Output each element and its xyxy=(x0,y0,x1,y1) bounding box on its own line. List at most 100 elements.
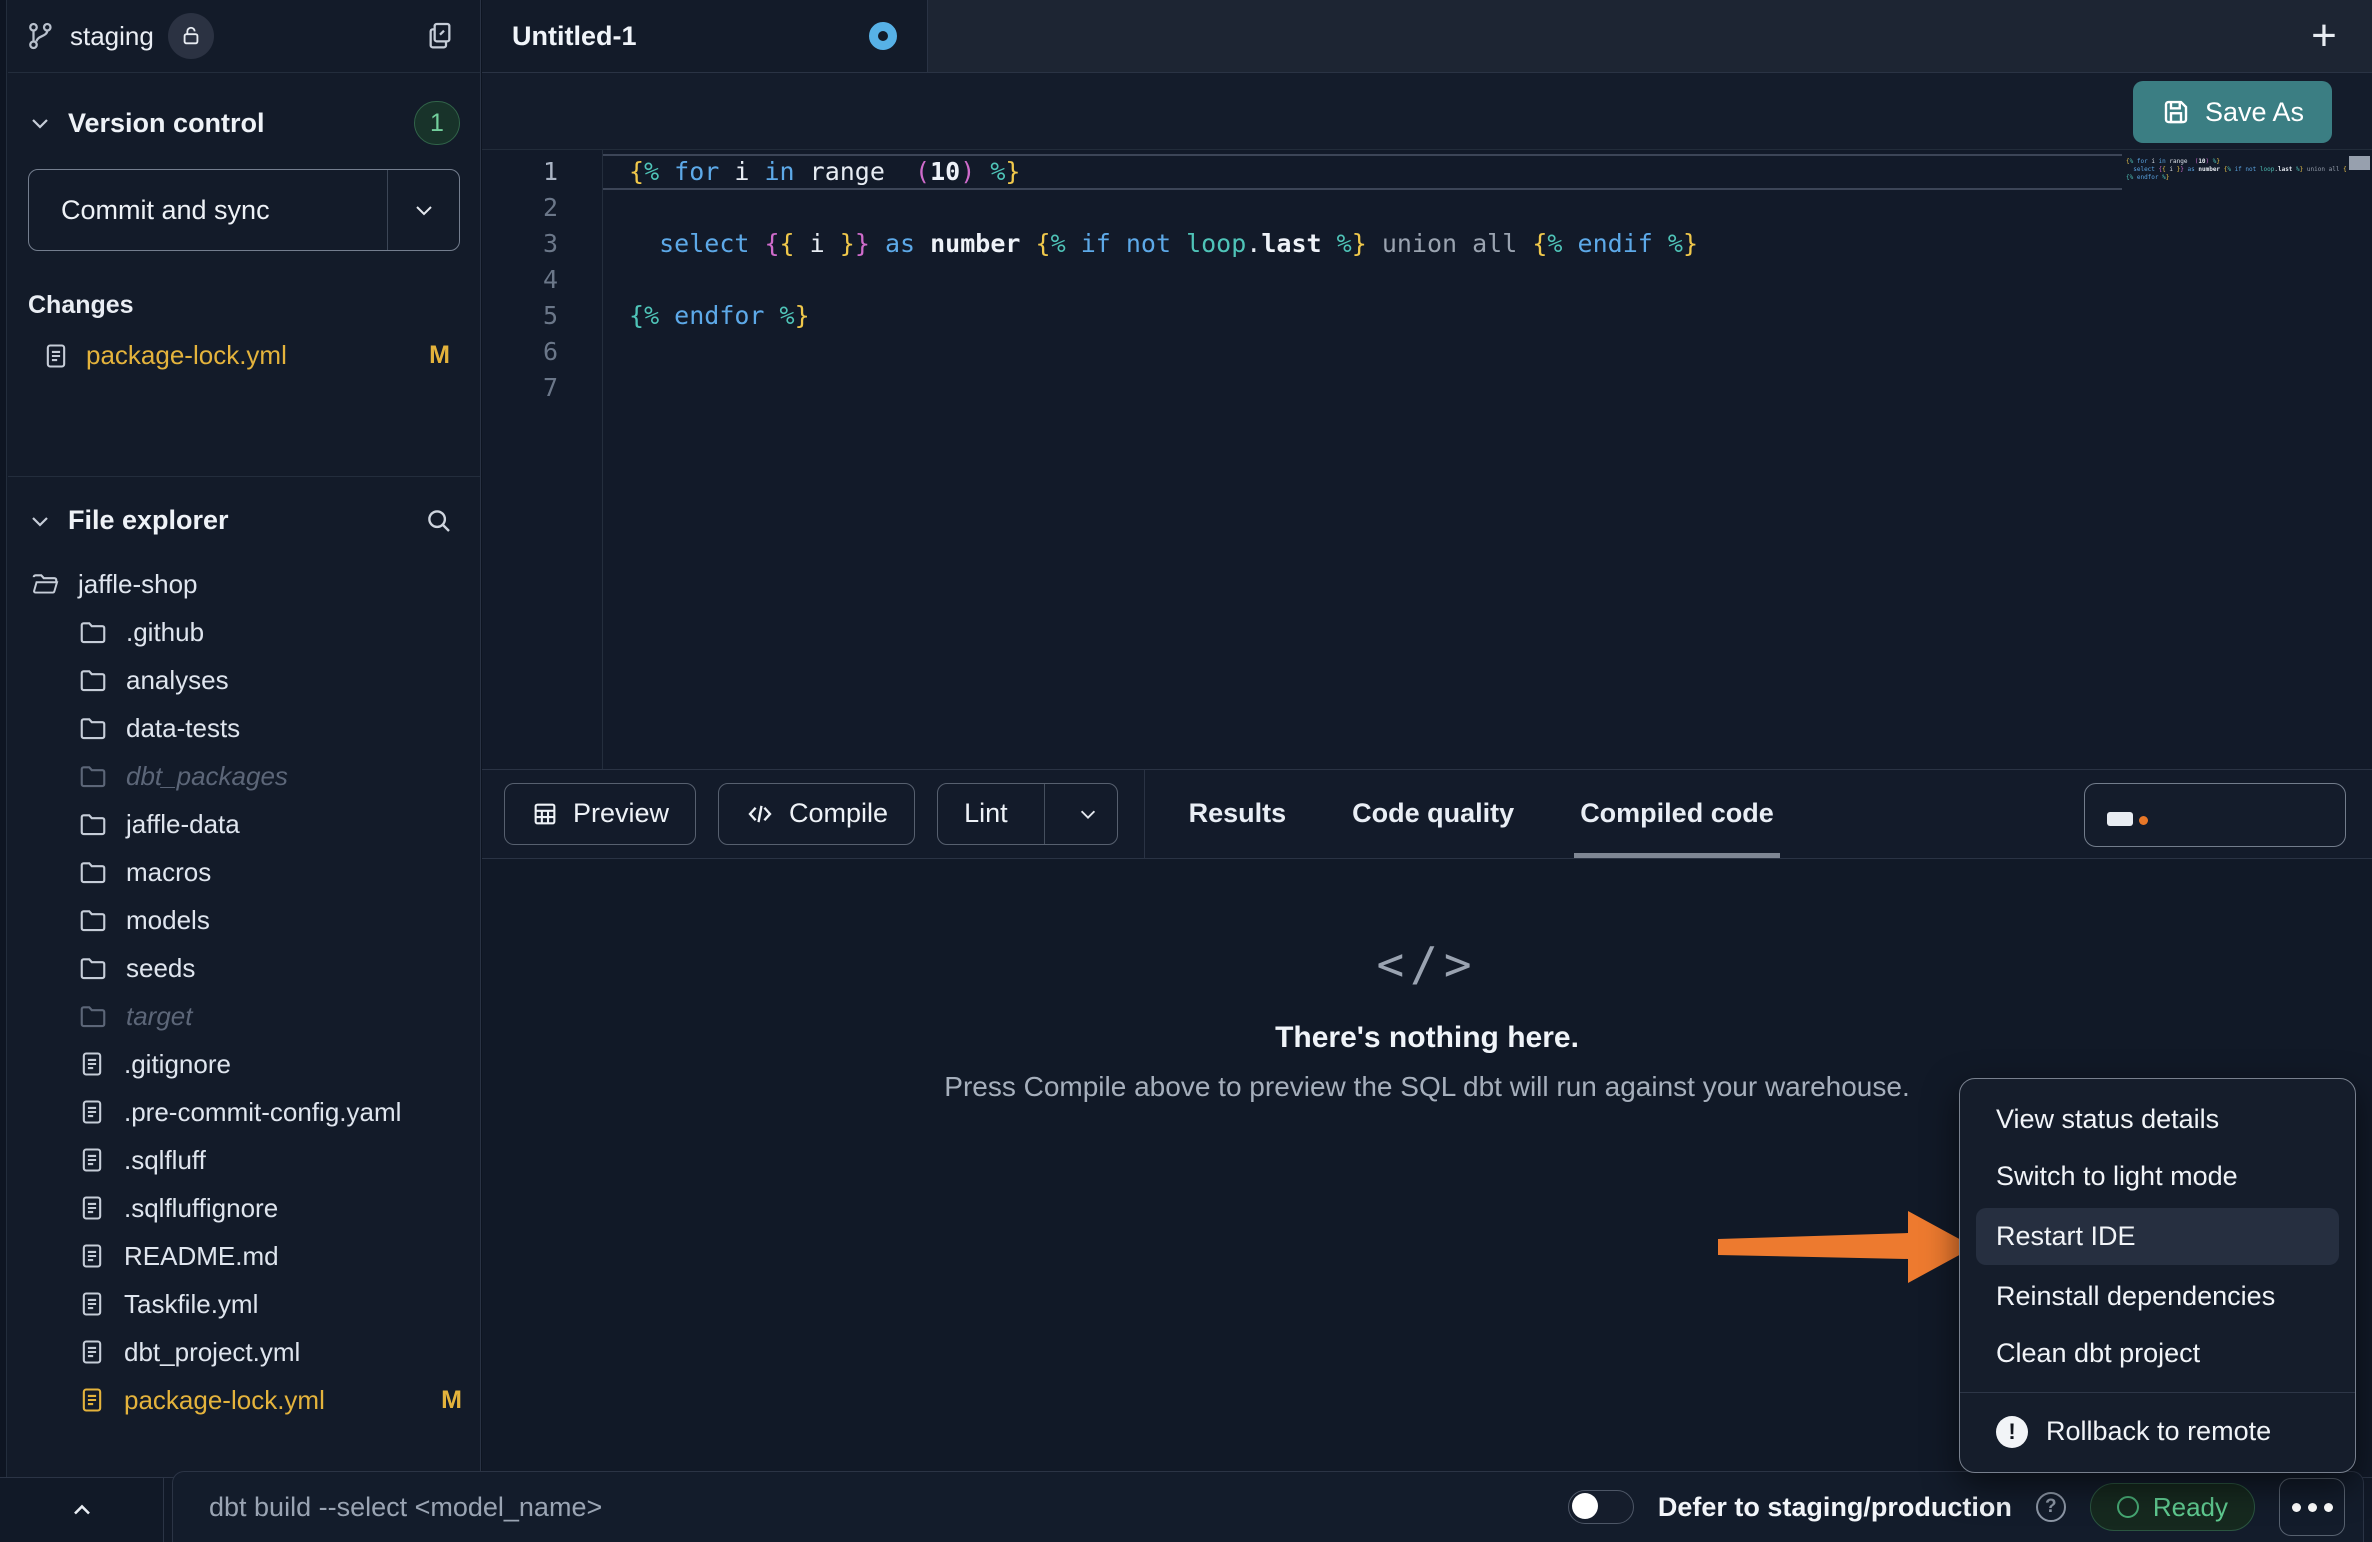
tree-item-macros[interactable]: macros xyxy=(8,848,480,896)
code-line-4[interactable] xyxy=(603,262,2372,298)
empty-state-title: There's nothing here. xyxy=(482,1021,2372,1055)
tab-title: Untitled-1 xyxy=(512,21,849,52)
file-icon xyxy=(78,1242,106,1270)
command-bar: dbt build --select <model_name> Defer to… xyxy=(172,1471,2364,1542)
chevron-down-icon[interactable] xyxy=(28,509,52,533)
code-line-7[interactable] xyxy=(603,370,2372,406)
tree-item-jaffle-data[interactable]: jaffle-data xyxy=(8,800,480,848)
menu-item-view-status-details[interactable]: View status details xyxy=(1960,1091,2355,1148)
lint-options-caret[interactable] xyxy=(1059,803,1117,825)
tree-item-label: dbt_packages xyxy=(126,761,462,792)
tree-item-package-lock.yml[interactable]: package-lock.ymlM xyxy=(8,1376,480,1424)
changes-count-badge: 1 xyxy=(414,101,460,145)
code-line-5[interactable]: {% endfor %} xyxy=(603,298,2372,334)
tree-item-seeds[interactable]: seeds xyxy=(8,944,480,992)
changed-file-row[interactable]: package-lock.yml M xyxy=(28,340,460,371)
dbt-ide-window: staging Version control xyxy=(0,0,2372,1542)
code-area[interactable]: {% for i in range (10) %} select {{ i }}… xyxy=(602,150,2372,769)
more-options-button[interactable] xyxy=(2279,1478,2345,1536)
code-line-3[interactable]: select {{ i }} as number {% if not loop.… xyxy=(603,226,2372,262)
tree-item-.sqlfluffignore[interactable]: .sqlfluffignore xyxy=(8,1184,480,1232)
status-badge[interactable]: Ready xyxy=(2090,1483,2255,1531)
version-control-title: Version control xyxy=(68,108,265,139)
tree-item-target[interactable]: target xyxy=(8,992,480,1040)
save-icon xyxy=(2161,97,2191,127)
modified-badge: M xyxy=(441,1386,462,1415)
tree-item-.gitignore[interactable]: .gitignore xyxy=(8,1040,480,1088)
new-tab-button[interactable]: + xyxy=(2298,10,2350,62)
help-icon[interactable]: ? xyxy=(2036,1492,2066,1522)
minimap[interactable]: {% for i in range (10) %} select {{ i }}… xyxy=(2124,158,2346,288)
tree-item-label: dbt_project.yml xyxy=(124,1337,462,1368)
tree-item-dbt_project.yml[interactable]: dbt_project.yml xyxy=(8,1328,480,1376)
branch-readonly-badge xyxy=(168,13,214,59)
menu-item-reinstall-dependencies[interactable]: Reinstall dependencies xyxy=(1960,1268,2355,1325)
tree-item-analyses[interactable]: analyses xyxy=(8,656,480,704)
compile-label: Compile xyxy=(789,798,888,829)
folder-icon xyxy=(78,905,108,935)
code-line-6[interactable] xyxy=(603,334,2372,370)
preview-button[interactable]: Preview xyxy=(504,783,696,845)
menu-item-restart-ide[interactable]: Restart IDE xyxy=(1976,1208,2339,1265)
scrollbar-thumb[interactable] xyxy=(2349,156,2370,170)
tree-item-dbt_packages[interactable]: dbt_packages xyxy=(8,752,480,800)
command-input[interactable]: dbt build --select <model_name> xyxy=(209,1492,602,1523)
line-number-gutter: 1234567 xyxy=(482,150,602,769)
panel-tab-code-quality[interactable]: Code quality xyxy=(1352,770,1514,858)
tree-item-.sqlfluff[interactable]: .sqlfluff xyxy=(8,1136,480,1184)
defer-toggle[interactable] xyxy=(1568,1490,1634,1524)
tab-untitled-1[interactable]: Untitled-1 xyxy=(482,0,928,72)
panel-tab-results[interactable]: Results xyxy=(1189,770,1287,858)
file-explorer-title: File explorer xyxy=(68,505,229,536)
code-line-2[interactable] xyxy=(603,190,2372,226)
folder-icon xyxy=(78,665,108,695)
folder-icon xyxy=(78,857,108,887)
modified-badge: M xyxy=(429,341,450,370)
tree-item-models[interactable]: models xyxy=(8,896,480,944)
tree-item-label: macros xyxy=(126,857,462,888)
file-icon xyxy=(78,1146,106,1174)
commit-options-caret[interactable] xyxy=(387,170,459,250)
bottom-panel-toolbar: Preview Compile Lint Results Code quality… xyxy=(482,769,2372,859)
line-number: 1 xyxy=(482,154,602,190)
lint-button[interactable]: Lint xyxy=(937,783,1118,845)
compile-button[interactable]: Compile xyxy=(718,783,915,845)
save-as-button[interactable]: Save As xyxy=(2133,81,2332,143)
tree-item-label: target xyxy=(126,1001,462,1032)
line-number: 4 xyxy=(482,262,602,298)
menu-item-label: Reinstall dependencies xyxy=(1996,1281,2275,1312)
lint-label: Lint xyxy=(938,798,1016,829)
copy-icon[interactable] xyxy=(424,20,456,52)
folder-icon xyxy=(78,713,108,743)
statusbar-divider xyxy=(163,1478,164,1542)
table-icon xyxy=(531,800,559,828)
tree-item-label: .pre-commit-config.yaml xyxy=(124,1097,462,1128)
collapse-panel-button[interactable] xyxy=(58,1490,106,1530)
line-number: 5 xyxy=(482,298,602,334)
commit-and-sync-button[interactable]: Commit and sync xyxy=(28,169,460,251)
file-icon xyxy=(78,1386,106,1414)
code-line-1[interactable]: {% for i in range (10) %} xyxy=(603,154,2122,190)
menu-item-switch-to-light-mode[interactable]: Switch to light mode xyxy=(1960,1148,2355,1205)
search-icon[interactable] xyxy=(424,506,454,536)
panel-action-button[interactable] xyxy=(2084,783,2346,847)
tree-item-Taskfile.yml[interactable]: Taskfile.yml xyxy=(8,1280,480,1328)
folder-icon xyxy=(78,809,108,839)
file-explorer-section: File explorer jaffle-shop.githubanalyses… xyxy=(8,477,480,1477)
tree-item-data-tests[interactable]: data-tests xyxy=(8,704,480,752)
menu-item-rollback-to-remote[interactable]: !Rollback to remote xyxy=(1960,1403,2355,1460)
alert-icon: ! xyxy=(1996,1416,2028,1448)
tree-item-README.md[interactable]: README.md xyxy=(8,1232,480,1280)
chevron-down-icon[interactable] xyxy=(28,111,52,135)
code-editor[interactable]: 1234567 {% for i in range (10) %} select… xyxy=(482,150,2372,769)
annotation-arrow xyxy=(1712,1203,1980,1293)
tree-item-.pre-commit-config.yaml[interactable]: .pre-commit-config.yaml xyxy=(8,1088,480,1136)
tree-item-.github[interactable]: .github xyxy=(8,608,480,656)
panel-tab-compiled-code[interactable]: Compiled code xyxy=(1580,770,1774,858)
menu-divider xyxy=(1960,1392,2355,1393)
file-icon xyxy=(78,1290,106,1318)
menu-item-clean-dbt-project[interactable]: Clean dbt project xyxy=(1960,1325,2355,1382)
tree-item-label: seeds xyxy=(126,953,462,984)
line-number: 3 xyxy=(482,226,602,262)
tree-item-jaffle-shop[interactable]: jaffle-shop xyxy=(8,560,480,608)
